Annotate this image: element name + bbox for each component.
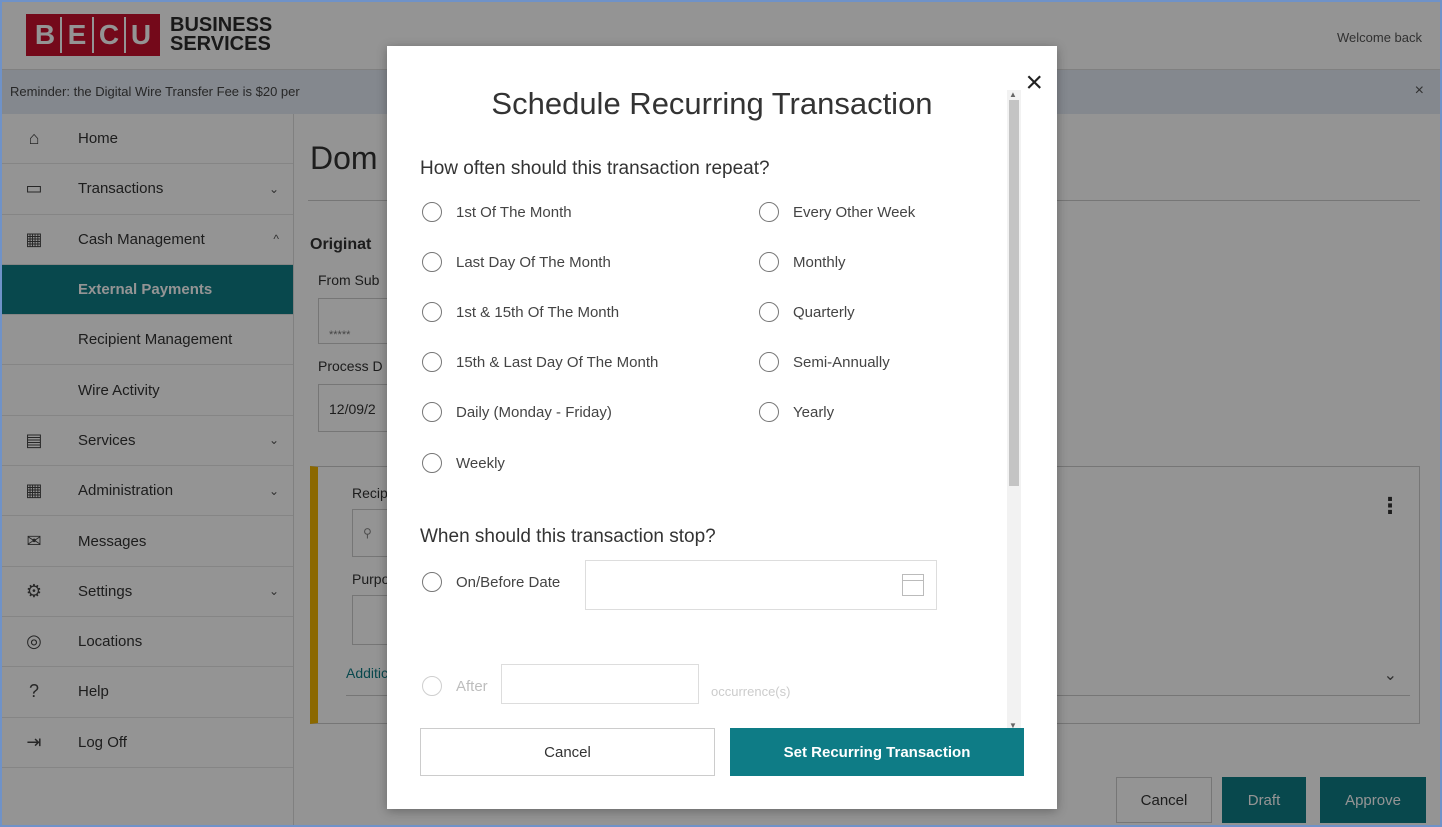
radio-option[interactable]: After [422,676,488,696]
radio-option[interactable]: Monthly [759,252,846,272]
radio-label: Last Day Of The Month [456,253,611,271]
radio-option[interactable]: Semi-Annually [759,352,890,372]
radio-label: Semi-Annually [793,353,890,371]
radio-button[interactable] [422,302,442,322]
radio-label: After [456,677,488,695]
modal-scroll-area: How often should this transaction repeat… [387,136,1027,730]
radio-button[interactable] [759,302,779,322]
stop-question: When should this transaction stop? [420,526,716,547]
radio-label: 1st & 15th Of The Month [456,303,620,321]
radio-option[interactable]: Yearly [759,402,834,422]
radio-label: Monthly [793,253,846,271]
radio-button[interactable] [422,676,442,696]
radio-button[interactable] [422,202,442,222]
radio-option[interactable]: Weekly [422,453,505,473]
radio-option[interactable]: 15th & Last Day Of The Month [422,352,658,372]
radio-button[interactable] [422,453,442,473]
radio-label: Quarterly [793,303,855,321]
radio-label: Weekly [456,454,505,472]
radio-label: Daily (Monday - Friday) [456,403,612,421]
modal-title: Schedule Recurring Transaction [491,86,933,121]
radio-option[interactable]: On/Before Date [422,572,560,592]
calendar-icon[interactable] [902,574,924,596]
radio-button[interactable] [759,402,779,422]
radio-option[interactable]: Every Other Week [759,202,915,222]
radio-label: Every Other Week [793,203,916,221]
radio-button[interactable] [759,252,779,272]
stop-date-input[interactable] [585,560,937,610]
radio-button[interactable] [759,202,779,222]
radio-label: On/Before Date [456,573,561,591]
radio-button[interactable] [422,402,442,422]
scroll-up-icon[interactable]: ▲ [1009,90,1017,99]
occurrences-label: occurrence(s) [711,684,791,699]
radio-label: 15th & Last Day Of The Month [456,353,659,371]
radio-option[interactable]: Daily (Monday - Friday) [422,402,612,422]
radio-option[interactable]: 1st & 15th Of The Month [422,302,619,322]
radio-button[interactable] [422,352,442,372]
modal-cancel-button[interactable]: Cancel [420,728,715,776]
schedule-recurring-modal: × Schedule Recurring Transaction How oft… [387,46,1057,809]
radio-label: Yearly [793,403,835,421]
radio-option[interactable]: Quarterly [759,302,855,322]
set-recurring-button[interactable]: Set Recurring Transaction [730,728,1024,776]
modal-scrollbar[interactable]: ▲ ▼ [1007,90,1021,730]
radio-label: 1st Of The Month [456,203,572,221]
scrollbar-thumb[interactable] [1009,100,1019,486]
repeat-question: How often should this transaction repeat… [420,158,770,179]
radio-option[interactable]: Last Day Of The Month [422,252,611,272]
radio-button[interactable] [759,352,779,372]
occurrences-input[interactable] [501,664,699,704]
radio-option[interactable]: 1st Of The Month [422,202,572,222]
radio-button[interactable] [422,252,442,272]
radio-button[interactable] [422,572,442,592]
